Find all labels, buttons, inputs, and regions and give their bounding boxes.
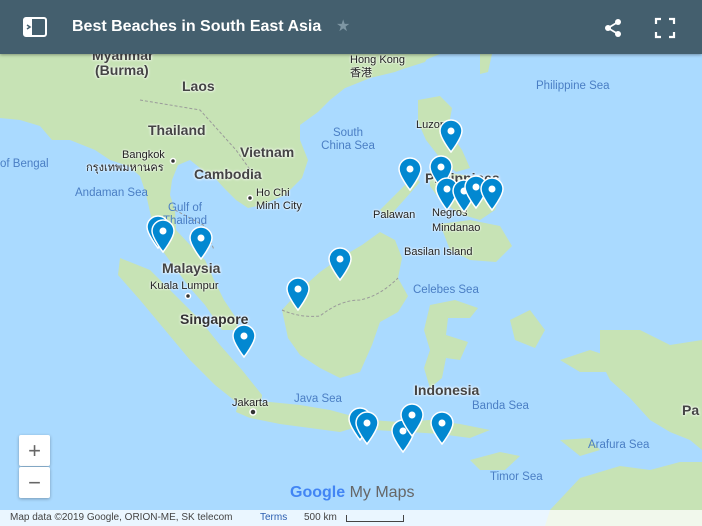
label-hongkong: Hong Kong bbox=[350, 54, 406, 66]
label-arafura-sea: Arafura Sea bbox=[588, 439, 650, 451]
label-papua: Pa bbox=[682, 402, 700, 418]
beach-marker-pin[interactable] bbox=[354, 411, 380, 445]
beach-marker-pin[interactable] bbox=[150, 219, 176, 253]
label-thailand: Thailand bbox=[148, 122, 206, 138]
label-jakarta: Jakarta bbox=[232, 397, 269, 409]
label-philippine-sea: Philippine Sea bbox=[536, 80, 610, 92]
beach-marker-pin[interactable] bbox=[188, 226, 214, 260]
label-bangkok: Bangkok bbox=[122, 149, 165, 161]
mymaps-logo: My Maps bbox=[349, 484, 415, 501]
label-palawan: Palawan bbox=[373, 209, 416, 221]
label-bangkok-th: กรุงเทพมหานคร bbox=[86, 162, 164, 174]
terms-link[interactable]: Terms bbox=[260, 510, 287, 526]
beach-marker-pin[interactable] bbox=[397, 157, 423, 191]
label-indonesia: Indonesia bbox=[414, 382, 480, 398]
star-icon[interactable]: ★ bbox=[336, 16, 350, 36]
label-hongkong-cn: 香港 bbox=[350, 67, 372, 79]
label-andaman-sea: Andaman Sea bbox=[75, 187, 148, 199]
label-banda-sea: Banda Sea bbox=[472, 400, 529, 412]
label-south-china-sea: South China Sea bbox=[321, 127, 375, 152]
google-mymaps-logo: Google My Maps bbox=[290, 484, 414, 502]
attribution-bar: Map data ©2019 Google, ORION-ME, SK tele… bbox=[0, 510, 702, 526]
beach-marker-pin[interactable] bbox=[231, 324, 257, 358]
zoom-in-button[interactable]: + bbox=[19, 435, 50, 466]
map-canvas[interactable]: Myanmar (Burma) Laos Thailand Vietnam Ca… bbox=[0, 0, 702, 526]
label-java-sea: Java Sea bbox=[294, 393, 342, 405]
label-burma: (Burma) bbox=[95, 62, 149, 78]
label-cambodia: Cambodia bbox=[194, 166, 262, 182]
label-vietnam: Vietnam bbox=[240, 144, 295, 160]
map-header: Best Beaches in South East Asia ★ bbox=[0, 0, 702, 54]
zoom-out-button[interactable]: − bbox=[19, 467, 50, 498]
scale-bar bbox=[346, 515, 404, 522]
label-kualalumpur: Kuala Lumpur bbox=[150, 280, 219, 292]
label-timor-sea: Timor Sea bbox=[490, 471, 543, 483]
beach-marker-pin[interactable] bbox=[429, 411, 455, 445]
label-hochiminh: Ho Chi Minh City bbox=[256, 187, 302, 212]
share-icon[interactable] bbox=[602, 17, 624, 39]
beach-marker-pin[interactable] bbox=[479, 177, 505, 211]
label-mindanao: Mindanao bbox=[432, 222, 481, 234]
label-celebes-sea: Celebes Sea bbox=[413, 284, 479, 296]
label-bengal: of Bengal bbox=[0, 158, 49, 170]
scale-label: 500 km bbox=[304, 512, 337, 523]
beach-marker-pin[interactable] bbox=[285, 277, 311, 311]
google-logo: Google bbox=[290, 484, 346, 501]
label-basilan: Basilan Island bbox=[404, 246, 473, 258]
sidebar-toggle-icon[interactable] bbox=[22, 15, 48, 39]
beach-marker-pin[interactable] bbox=[399, 403, 425, 437]
beach-marker-pin[interactable] bbox=[438, 119, 464, 153]
beach-marker-pin[interactable] bbox=[327, 247, 353, 281]
attribution-text: Map data ©2019 Google, ORION-ME, SK tele… bbox=[10, 512, 233, 523]
map-title: Best Beaches in South East Asia bbox=[72, 18, 322, 35]
label-laos: Laos bbox=[182, 78, 215, 94]
fullscreen-icon[interactable] bbox=[654, 17, 676, 39]
label-malaysia: Malaysia bbox=[162, 260, 221, 276]
